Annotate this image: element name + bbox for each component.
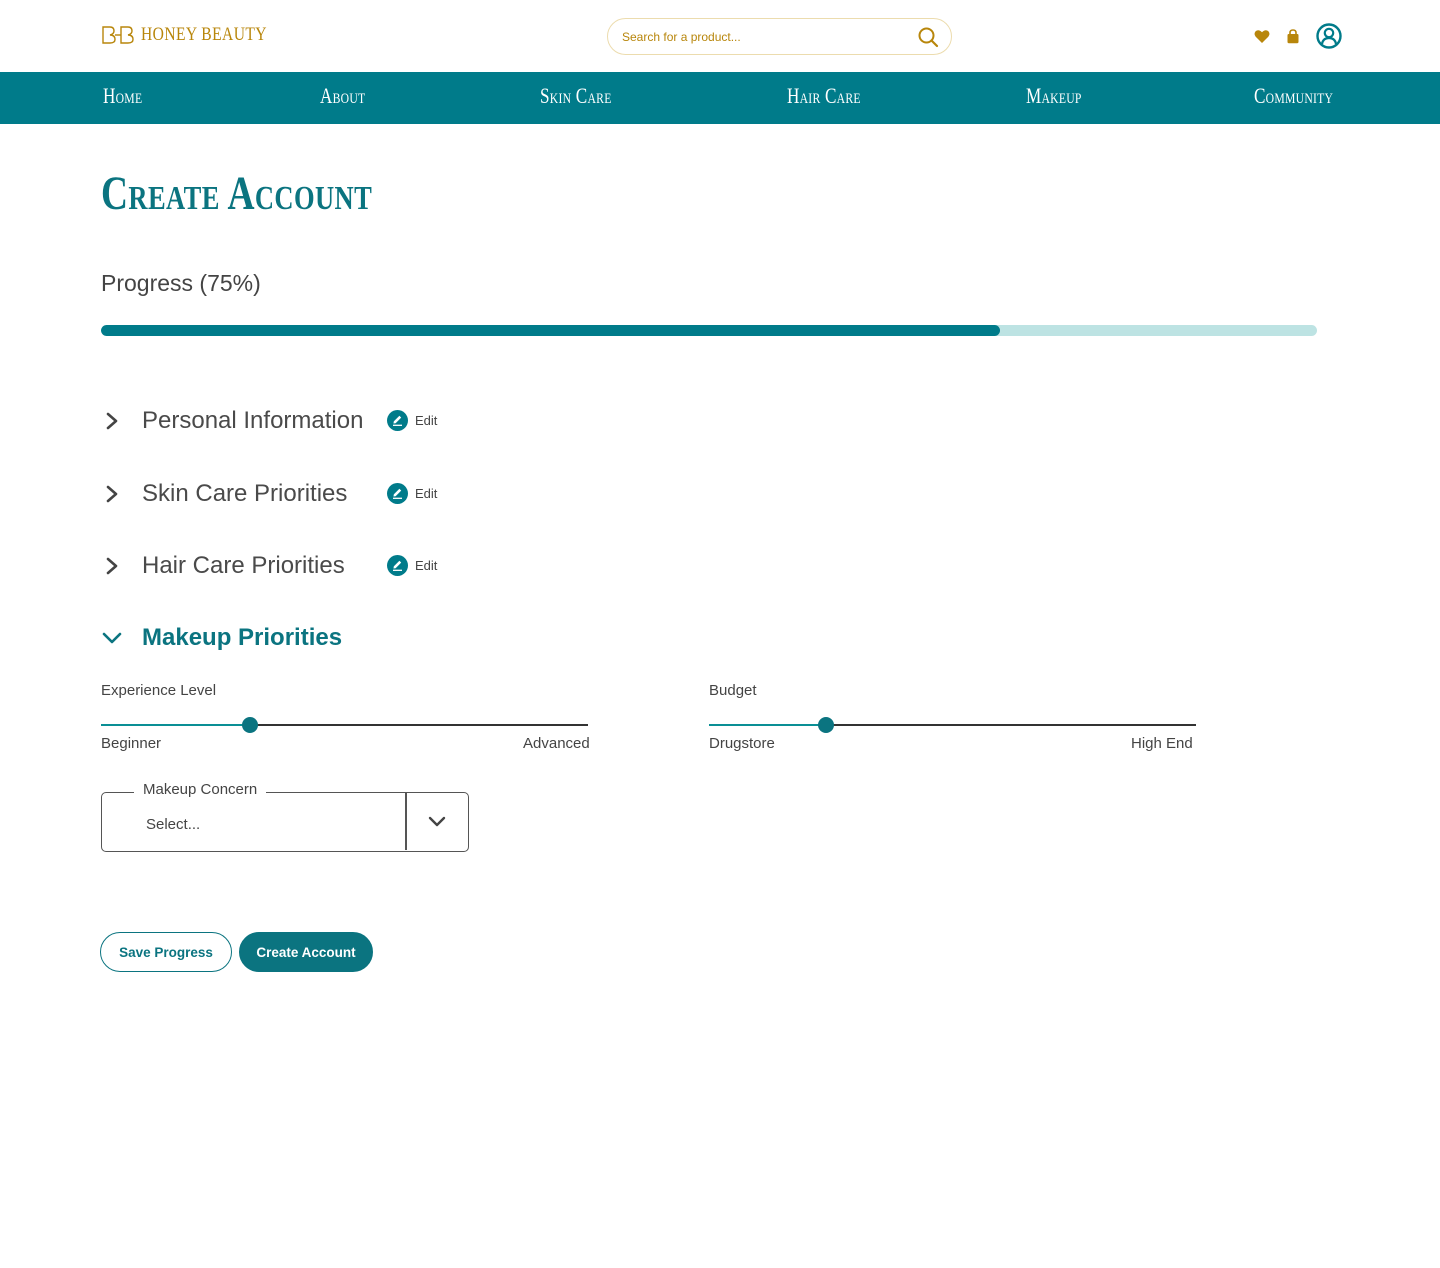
budget-slider[interactable] (709, 715, 1196, 735)
slider-min-label: Beginner (101, 735, 162, 752)
nav-item-community[interactable]: Community (1254, 83, 1333, 109)
header-icons (1254, 23, 1342, 49)
edit-button[interactable]: Edit (387, 555, 437, 576)
main-nav: Home About Skin Care Hair Care Makeup Co… (0, 72, 1440, 124)
chevron-down-icon[interactable] (406, 793, 468, 850)
progress-label: Progress (75%) (101, 270, 261, 296)
logo[interactable]: Honey Beauty (101, 20, 295, 50)
search-icon[interactable] (917, 26, 939, 48)
section-title: Makeup Priorities (142, 624, 343, 651)
section-title: Personal Information (142, 407, 364, 434)
logo-mark-icon (102, 26, 134, 44)
section-hair-care-priorities[interactable]: Hair Care Priorities Edit (101, 546, 461, 586)
chevron-right-icon[interactable] (101, 410, 123, 432)
makeup-concern-select[interactable]: Makeup Concern Select... (101, 781, 469, 852)
chevron-right-icon[interactable] (101, 555, 123, 577)
pencil-icon (387, 410, 408, 431)
edit-button[interactable]: Edit (387, 410, 437, 431)
search-bar (607, 18, 952, 55)
section-skin-care-priorities[interactable]: Skin Care Priorities Edit (101, 474, 461, 514)
nav-item-makeup[interactable]: Makeup (1026, 83, 1082, 109)
section-title: Hair Care Priorities (142, 552, 345, 579)
heart-icon[interactable] (1254, 29, 1270, 44)
edit-label: Edit (415, 558, 438, 573)
section-personal-information[interactable]: Personal Information Edit (101, 401, 461, 441)
save-progress-button[interactable]: Save Progress (100, 932, 232, 972)
edit-button[interactable]: Edit (387, 483, 437, 504)
slider-thumb[interactable] (241, 717, 258, 733)
pencil-icon (387, 555, 408, 576)
pencil-icon (387, 483, 408, 504)
select-legend: Makeup Concern (134, 781, 267, 798)
budget-label: Budget (709, 682, 757, 699)
experience-level-slider[interactable] (101, 715, 588, 735)
nav-item-about[interactable]: About (320, 83, 365, 109)
search-input[interactable] (622, 29, 917, 44)
progress-fill (101, 325, 1000, 336)
slider-max-label: Advanced (523, 735, 590, 752)
edit-label: Edit (415, 486, 438, 501)
slider-thumb[interactable] (817, 717, 834, 733)
slider-fill (101, 723, 250, 726)
section-makeup-priorities[interactable]: Makeup Priorities (101, 618, 461, 658)
create-account-button[interactable]: Create Account (239, 932, 373, 972)
select-value: Select... (146, 816, 201, 833)
slider-max-label: High End (1131, 735, 1193, 752)
logo-text: Honey Beauty (141, 24, 267, 45)
account-icon[interactable] (1316, 23, 1342, 49)
nav-item-skin-care[interactable]: Skin Care (540, 83, 612, 109)
page-title: Create Account (101, 167, 373, 220)
slider-fill (709, 723, 826, 726)
chevron-down-icon[interactable] (101, 627, 123, 649)
bag-icon[interactable] (1286, 28, 1300, 44)
experience-level-label: Experience Level (101, 682, 217, 699)
site-header: Honey Beauty (0, 0, 1440, 72)
nav-item-home[interactable]: Home (103, 83, 142, 109)
section-title: Skin Care Priorities (142, 480, 348, 507)
slider-min-label: Drugstore (709, 735, 775, 752)
progress-bar (101, 325, 1317, 336)
nav-item-hair-care[interactable]: Hair Care (787, 83, 861, 109)
chevron-right-icon[interactable] (101, 483, 123, 505)
edit-label: Edit (415, 413, 438, 428)
